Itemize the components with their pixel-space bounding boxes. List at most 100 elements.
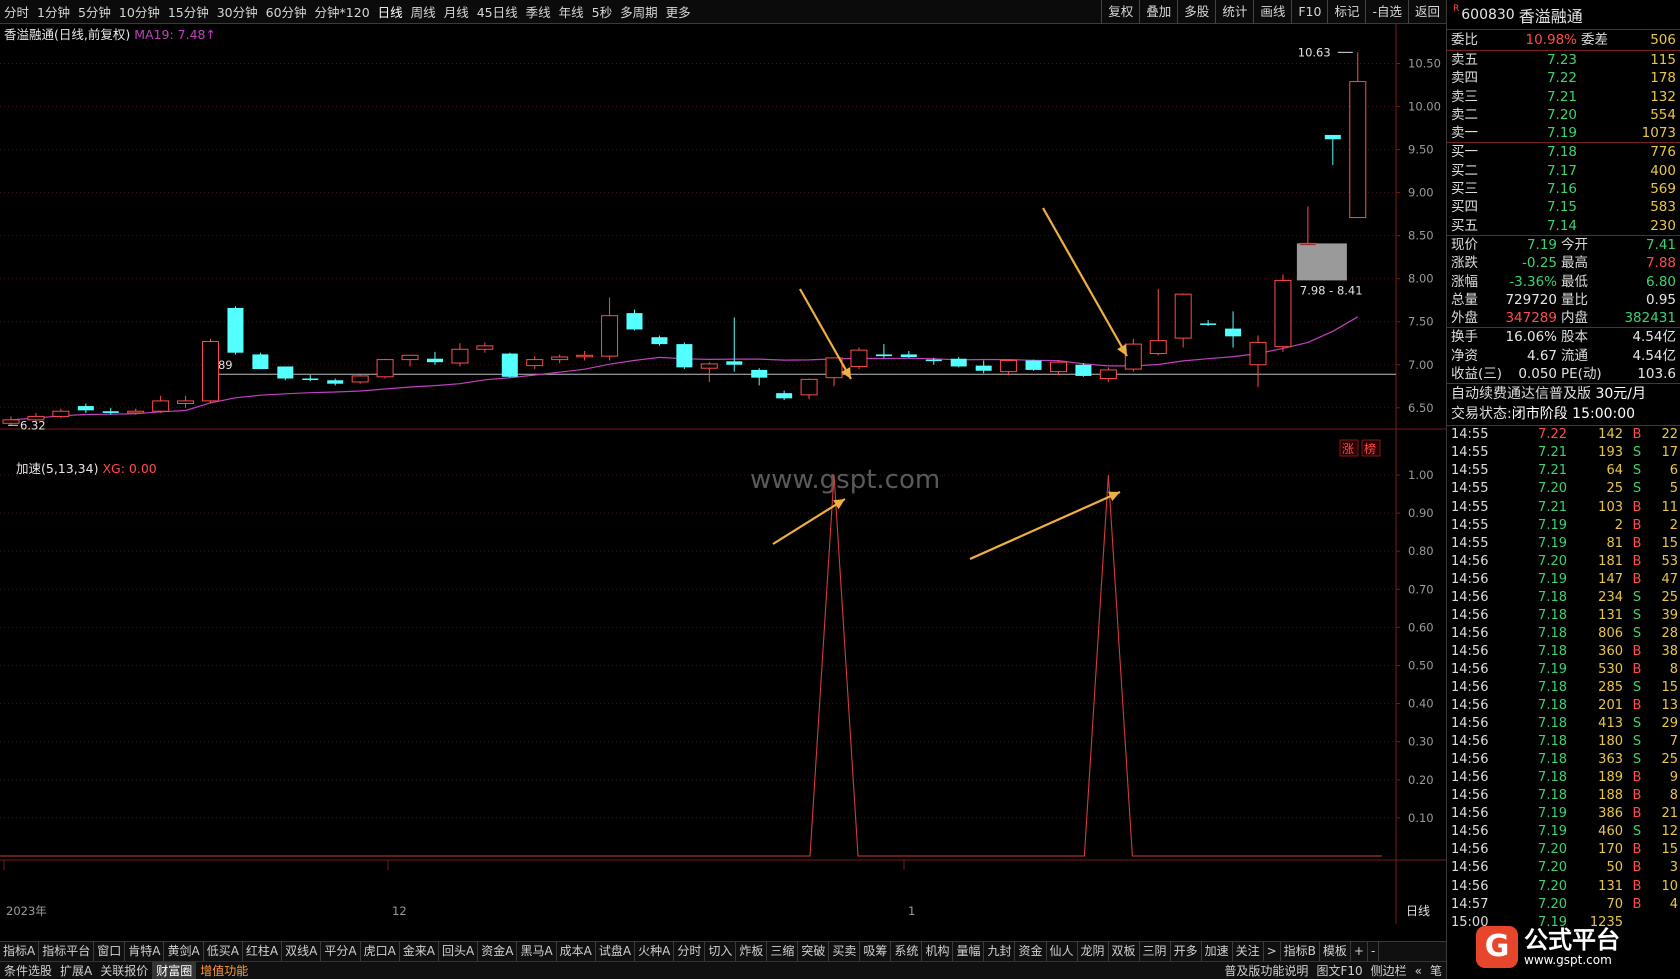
- tick-row: 14:55 7.21 103 B 11: [1451, 499, 1678, 515]
- indicator-tab-32[interactable]: 三阴: [1140, 942, 1171, 961]
- indicator-tab-9[interactable]: 虎口A: [361, 942, 400, 961]
- period-tab-2[interactable]: 5分钟: [74, 2, 115, 21]
- trade-state: 交易状态:闭市阶段 15:00:00: [1451, 406, 1636, 423]
- indicator-tab-5[interactable]: 低买A: [204, 942, 243, 961]
- period-tab-9[interactable]: 周线: [407, 2, 440, 21]
- indicator-tab-23[interactable]: 吸筹: [860, 942, 892, 961]
- candlestick-chart[interactable]: 10.5010.009.509.008.508.007.507.006.501.…: [0, 24, 1446, 924]
- tool-button-2[interactable]: 多股: [1177, 0, 1215, 24]
- status-item-3[interactable]: 财富圈: [152, 962, 197, 979]
- tick-list[interactable]: 14:55 7.22 142 B 22 14:55 7.21 193 S 17 14:55 7.21 6…: [1447, 425, 1680, 931]
- indicator-tab-29[interactable]: 仙人: [1047, 942, 1078, 961]
- period-tab-16[interactable]: 更多: [662, 2, 695, 21]
- indicator-tab-39[interactable]: +: [1351, 942, 1368, 961]
- period-tab-1[interactable]: 1分钟: [33, 2, 74, 21]
- period-toolbar: 分时 1分钟 5分钟 10分钟 15分钟 30分钟 60分钟 分钟*120 日线 周线 月线 45日线…: [0, 0, 1446, 24]
- tool-button-0[interactable]: 复权: [1101, 0, 1139, 24]
- indicator-tab-16[interactable]: 火种A: [635, 942, 675, 961]
- indicator-tab-14[interactable]: 成本A: [557, 942, 596, 961]
- indicator-tab-12[interactable]: 资金A: [478, 942, 518, 961]
- indicator-tab-19[interactable]: 炸板: [736, 942, 768, 961]
- candle-body-up: [1349, 81, 1367, 219]
- tool-button-6[interactable]: 标记: [1327, 0, 1365, 24]
- period-tab-5[interactable]: 30分钟: [213, 2, 262, 21]
- indicator-tab-0[interactable]: 指标A: [0, 942, 40, 961]
- tick-row: 14:56 7.18 363 S 25: [1451, 752, 1678, 768]
- period-tab-11[interactable]: 45日线: [473, 2, 522, 21]
- period-tab-12[interactable]: 季线: [522, 2, 555, 21]
- quote-panel: R 600830 香溢融通 委比 10.98% 委差 506 卖五 7.23 115…: [1446, 0, 1680, 979]
- stats-primary: 现价 7.19 今开 7.41 涨跌 -0.25 最高 7.88 涨幅 -3.36% 最低 6.80 总…: [1447, 234, 1680, 327]
- indicator-tab-33[interactable]: 开多: [1171, 942, 1202, 961]
- indicator-tab-11[interactable]: 回头A: [439, 942, 479, 961]
- period-tab-14[interactable]: 5秒: [588, 2, 616, 21]
- status-item-0[interactable]: 条件选股: [0, 962, 56, 979]
- candle-body-up: [177, 400, 195, 404]
- indicator-tab-6[interactable]: 红柱A: [243, 942, 283, 961]
- pen-icon[interactable]: 笔: [1426, 962, 1446, 979]
- status-right-0[interactable]: 普及版功能说明: [1220, 962, 1312, 979]
- tool-button-1[interactable]: 叠加: [1139, 0, 1177, 24]
- value-added-button[interactable]: 增值功能: [196, 962, 252, 979]
- stats1-row-0: 现价 7.19 今开 7.41: [1451, 236, 1676, 253]
- indicator-tab-3[interactable]: 肯特A: [125, 942, 165, 961]
- indicator-tab-7[interactable]: 双线A: [282, 942, 322, 961]
- indicator-tab-20[interactable]: 三缩: [767, 942, 799, 961]
- period-tab-7[interactable]: 分钟*120: [311, 2, 374, 21]
- indicator-tab-31[interactable]: 双板: [1109, 942, 1140, 961]
- indicator-tab-26[interactable]: 量幅: [953, 942, 985, 961]
- indicator-tab-25[interactable]: 机构: [922, 942, 954, 961]
- tool-button-4[interactable]: 画线: [1253, 0, 1291, 24]
- period-tab-6[interactable]: 60分钟: [262, 2, 311, 21]
- stats1-row-1: 涨跌 -0.25 最高 7.88: [1451, 255, 1676, 272]
- indicator-tab-37[interactable]: 指标B: [1281, 942, 1320, 961]
- candle-body-down: [327, 380, 344, 384]
- period-tab-13[interactable]: 年线: [555, 2, 588, 21]
- tool-button-3[interactable]: 统计: [1215, 0, 1253, 24]
- indicator-tab-4[interactable]: 黄剑A: [164, 942, 204, 961]
- indicator-tab-8[interactable]: 平分A: [321, 942, 361, 961]
- indicator-tab-2[interactable]: 窗口: [94, 942, 126, 961]
- indicator-tab-36[interactable]: >: [1264, 942, 1281, 961]
- indicator-tab-13[interactable]: 黑马A: [517, 942, 557, 961]
- indicator-tab-30[interactable]: 龙阴: [1078, 942, 1109, 961]
- indicator-tab-34[interactable]: 加速: [1202, 942, 1233, 961]
- indicator-tab-38[interactable]: 模板: [1320, 942, 1351, 961]
- status-right-2[interactable]: 侧边栏: [1367, 962, 1411, 979]
- period-tab-10[interactable]: 月线: [440, 2, 473, 21]
- tool-button-8[interactable]: 返回: [1407, 0, 1446, 24]
- indicator-tab-22[interactable]: 买卖: [829, 942, 861, 961]
- indicator-tab-1[interactable]: 指标平台: [39, 942, 95, 961]
- stats2-row-0: 换手 16.06% 股本 4.54亿: [1451, 329, 1676, 346]
- period-tab-4[interactable]: 15分钟: [164, 2, 213, 21]
- candle-body-up: [700, 363, 718, 369]
- status-item-2[interactable]: 关联报价: [96, 962, 152, 979]
- indicator-tab-24[interactable]: 系统: [891, 942, 923, 961]
- period-tab-15[interactable]: 多周期: [616, 2, 662, 21]
- period-label: 日线: [1406, 904, 1430, 918]
- tool-button-7[interactable]: -自选: [1365, 0, 1408, 24]
- collapse-icon[interactable]: «: [1411, 964, 1426, 978]
- ma-up-arrow-icon: ↑: [205, 27, 216, 42]
- price-tick-label: 7.50: [1408, 315, 1434, 329]
- indicator-tab-17[interactable]: 分时: [674, 942, 706, 961]
- renewal-banner[interactable]: 自动续费通达信普及版 30元/月: [1447, 383, 1680, 404]
- indicator-tab-15[interactable]: 试盘A: [596, 942, 636, 961]
- chart-area[interactable]: 10.50 10.00 9.50 9.00 8.50 8.00 7.50 7.00 6.50 1.…: [0, 24, 1446, 924]
- indicator-tab-21[interactable]: 突破: [798, 942, 830, 961]
- tool-button-5[interactable]: F10: [1291, 0, 1327, 24]
- indicator-tab-35[interactable]: 关注: [1233, 942, 1264, 961]
- candle-body-up: [2, 419, 20, 424]
- period-tab-3[interactable]: 10分钟: [115, 2, 164, 21]
- tick-row: 14:56 7.20 131 B 10: [1451, 878, 1678, 894]
- indicator-tab-28[interactable]: 资金: [1015, 942, 1047, 961]
- status-item-1[interactable]: 扩展A: [56, 962, 96, 979]
- indicator-tab-18[interactable]: 切入: [705, 942, 737, 961]
- status-right-1[interactable]: 图文F10: [1312, 962, 1366, 979]
- period-tab-0[interactable]: 分时: [0, 2, 33, 21]
- indicator-tab-40[interactable]: -: [1368, 942, 1380, 961]
- period-tab-8[interactable]: 日线: [374, 2, 407, 21]
- indicator-tab-10[interactable]: 金来A: [400, 942, 439, 961]
- candle-body-up: [551, 356, 569, 361]
- indicator-tab-27[interactable]: 九封: [984, 942, 1016, 961]
